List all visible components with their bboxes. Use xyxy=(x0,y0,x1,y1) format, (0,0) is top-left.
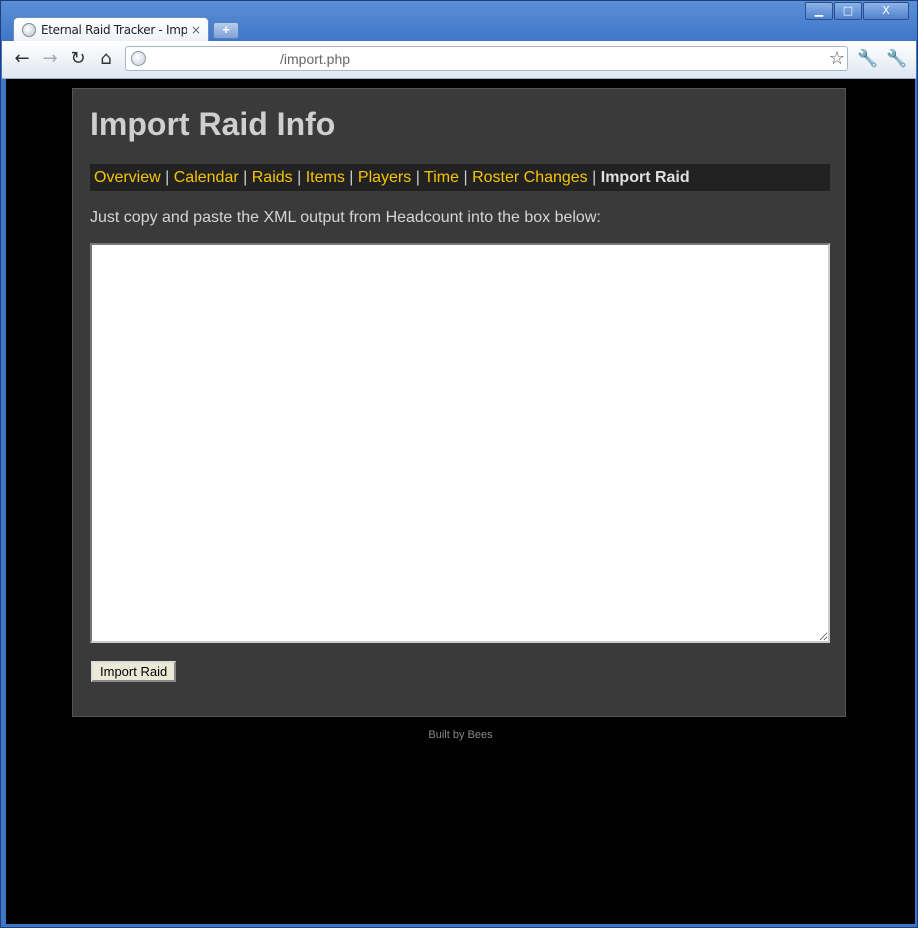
xml-input-textarea[interactable] xyxy=(90,243,830,643)
nav-separator: | xyxy=(297,169,302,186)
star-icon[interactable]: ☆ xyxy=(829,48,845,69)
page-viewport: Import Raid Info Overview | Calendar | R… xyxy=(6,79,915,924)
footer-credit: Built by Bees xyxy=(428,729,493,741)
nav-separator: | xyxy=(349,169,354,186)
nav-calendar[interactable]: Calendar xyxy=(174,169,239,186)
globe-icon xyxy=(131,51,146,66)
nav-roster-changes[interactable]: Roster Changes xyxy=(472,169,588,186)
nav-separator: | xyxy=(243,169,248,186)
url-text[interactable]: /import.php xyxy=(280,51,350,67)
nav-separator: | xyxy=(463,169,468,186)
tab-title: Eternal Raid Tracker - Import Raid xyxy=(41,22,187,37)
nav-import-raid-current: Import Raid xyxy=(600,169,690,186)
forward-arrow-icon[interactable]: → xyxy=(40,49,60,69)
back-arrow-icon[interactable]: ← xyxy=(12,49,32,69)
page-title: Import Raid Info xyxy=(90,106,336,142)
wrench-icon[interactable]: 🔧 xyxy=(886,49,907,69)
import-raid-button[interactable]: Import Raid xyxy=(91,661,177,682)
new-tab-button[interactable]: + xyxy=(213,22,239,39)
home-icon[interactable]: ⌂ xyxy=(96,49,116,69)
instructions-text: Just copy and paste the XML output from … xyxy=(90,209,601,226)
close-window-button[interactable]: X xyxy=(863,2,909,20)
browser-window: ▁ □ X Eternal Raid Tracker - Import Raid… xyxy=(0,0,918,928)
nav-separator: | xyxy=(415,169,420,186)
nav-separator: | xyxy=(592,169,597,186)
nav-overview[interactable]: Overview xyxy=(94,169,161,186)
globe-icon xyxy=(22,22,36,37)
browser-toolbar: ← → ↻ ⌂ /import.php ☆ 🔧 🔧 xyxy=(2,41,916,79)
address-bar[interactable]: /import.php ☆ xyxy=(125,46,848,71)
site-nav: Overview | Calendar | Raids | Items | Pl… xyxy=(90,164,830,191)
minimize-button[interactable]: ▁ xyxy=(805,2,833,20)
content-panel: Import Raid Info Overview | Calendar | R… xyxy=(72,88,846,717)
close-icon[interactable]: × xyxy=(191,23,201,37)
nav-players[interactable]: Players xyxy=(358,169,411,186)
nav-time[interactable]: Time xyxy=(424,169,459,186)
maximize-button[interactable]: □ xyxy=(834,2,862,20)
nav-items[interactable]: Items xyxy=(306,169,345,186)
page-menu-icon[interactable]: 🔧 xyxy=(857,49,878,69)
nav-raids[interactable]: Raids xyxy=(252,169,293,186)
nav-separator: | xyxy=(165,169,170,186)
browser-tab[interactable]: Eternal Raid Tracker - Import Raid × xyxy=(13,17,209,41)
window-controls: ▁ □ X xyxy=(804,2,909,20)
reload-icon[interactable]: ↻ xyxy=(68,49,88,69)
